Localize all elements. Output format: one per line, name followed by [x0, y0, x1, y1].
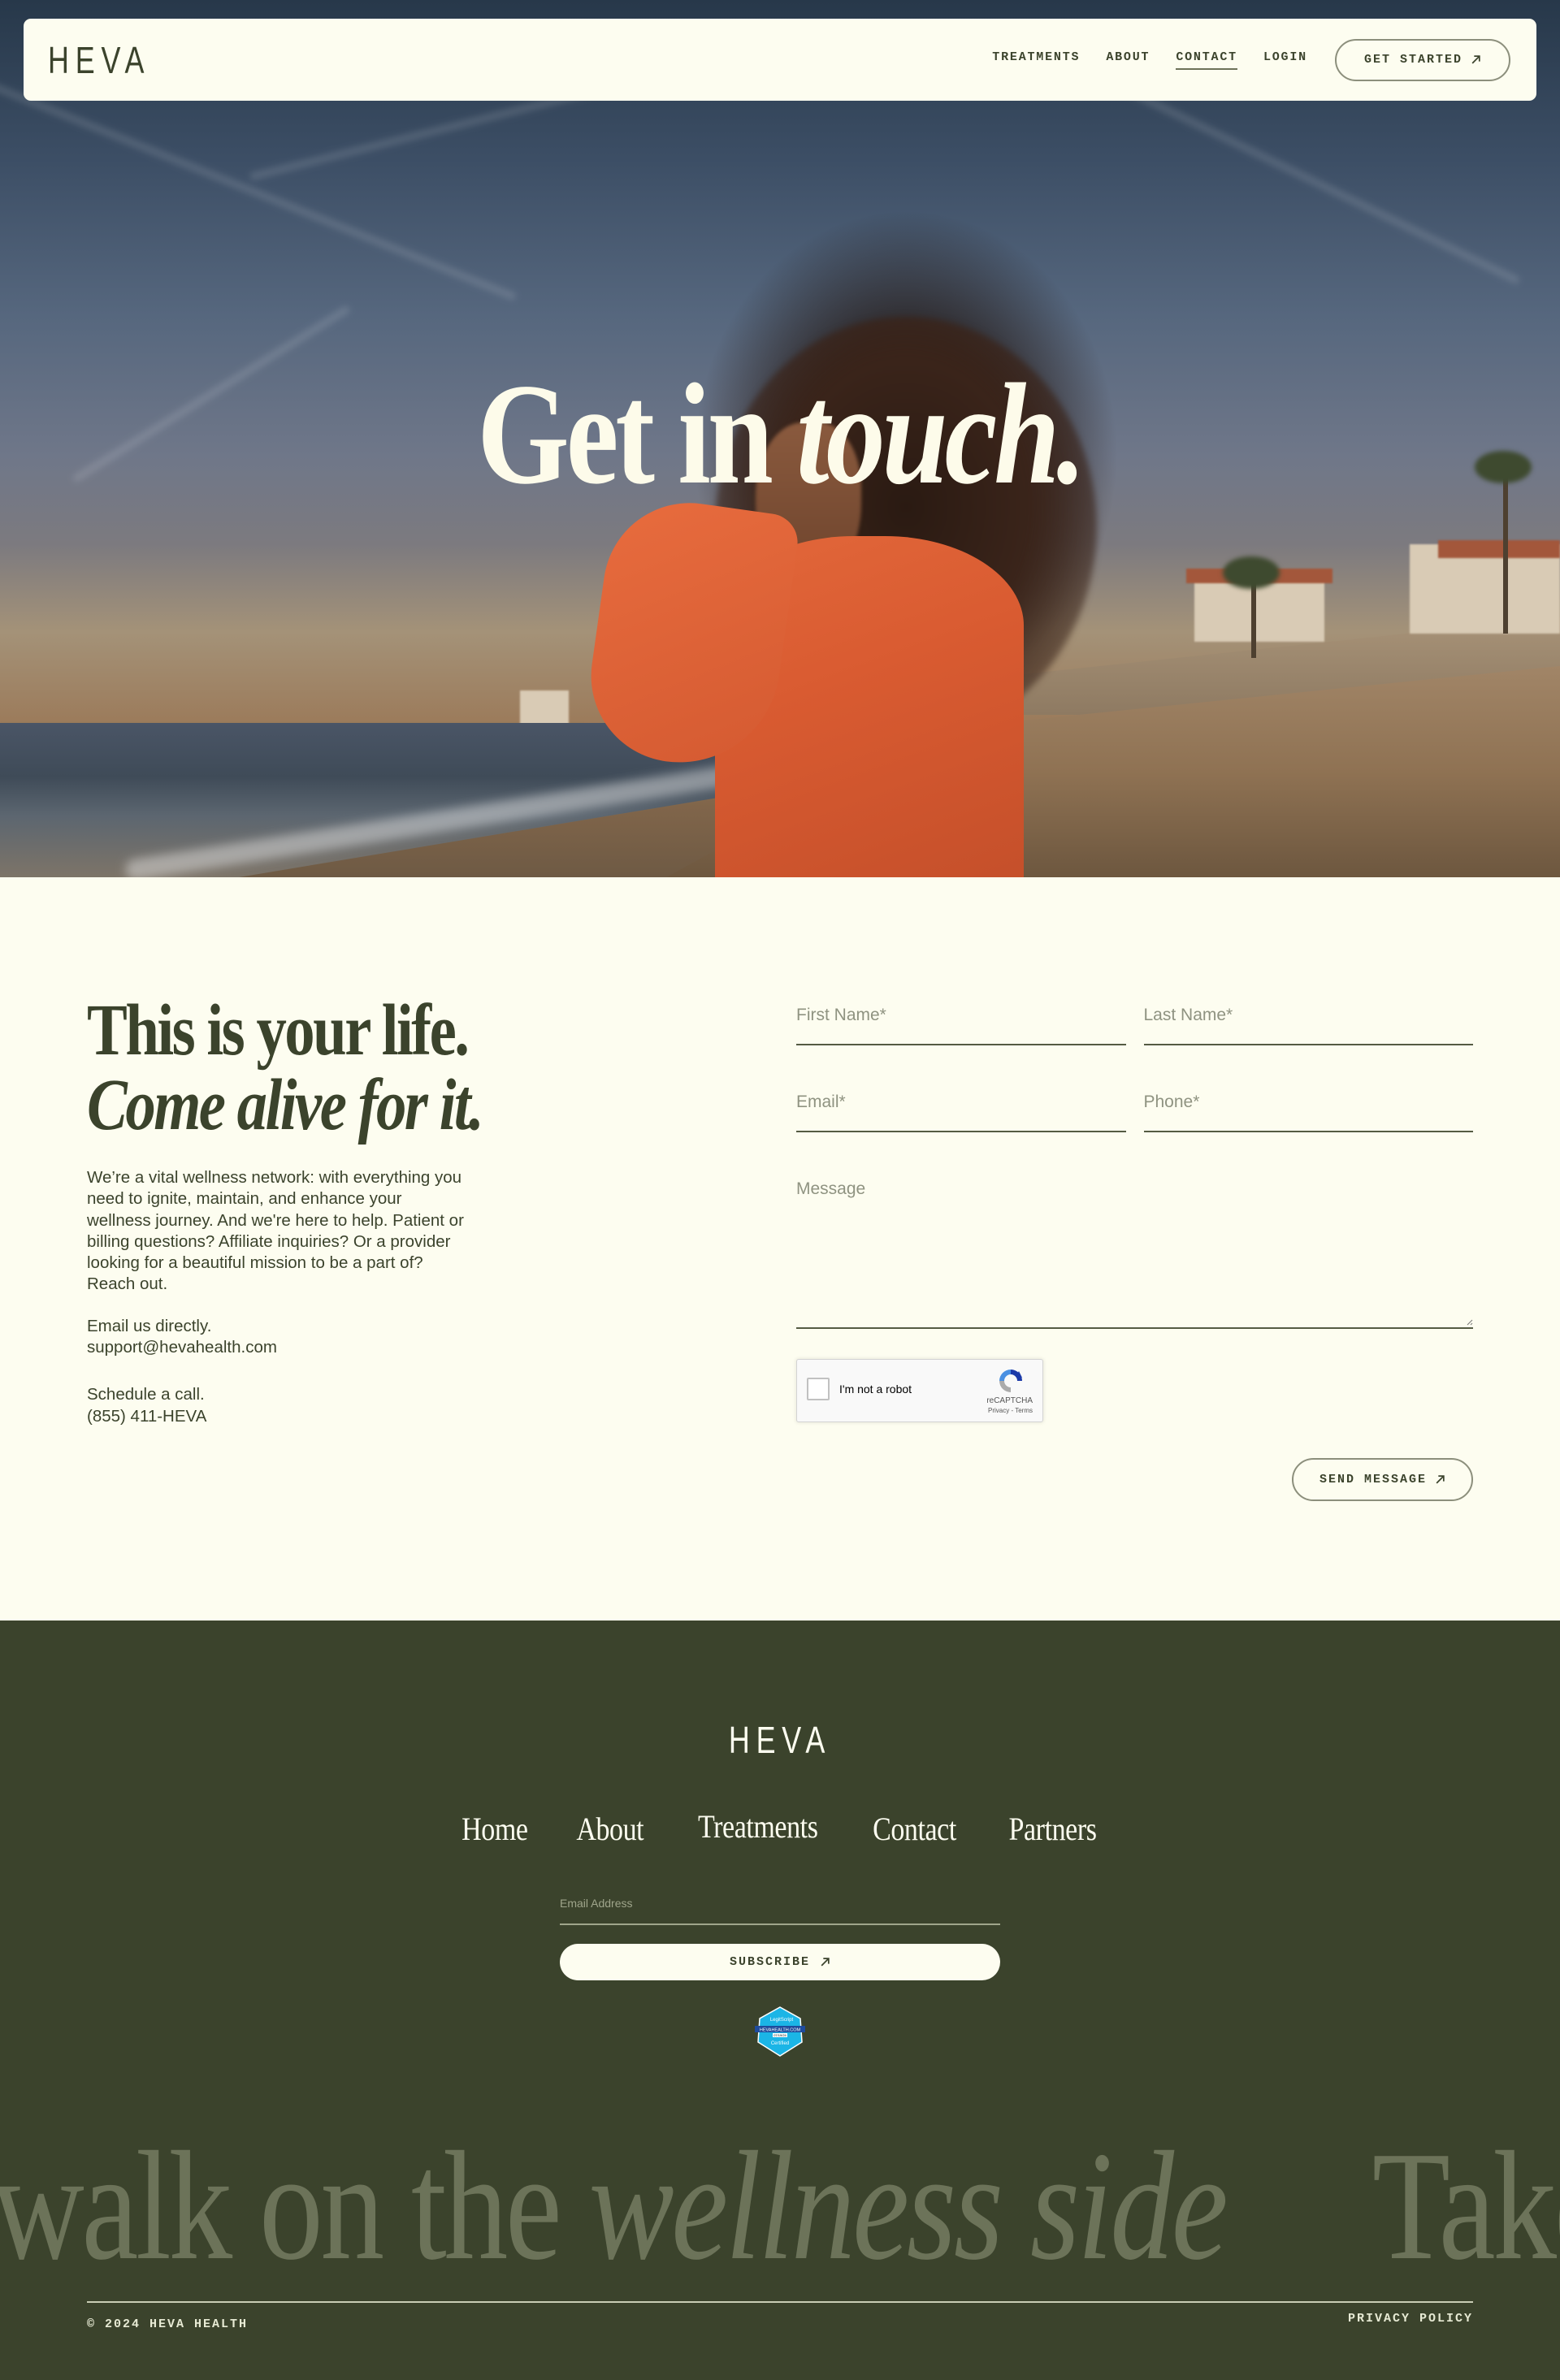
newsletter-email-wrap [560, 1890, 1000, 1925]
recaptcha-logo-icon [999, 1370, 1022, 1392]
hero-title-italic: touch. [796, 353, 1086, 514]
logo[interactable]: HEVA [48, 38, 150, 82]
footer-link-treatments[interactable]: Treatments [698, 1807, 818, 1848]
contact-section: This is your life. Come alive for it. We… [0, 877, 1560, 1621]
contact-row [796, 1086, 1473, 1132]
hero-sky-streak [0, 80, 518, 301]
phone-field-wrap [1143, 1086, 1473, 1132]
get-started-button[interactable]: GET STARTED [1334, 38, 1510, 81]
contact-info: This is your life. Come alive for it. We… [87, 993, 484, 1427]
phone-input[interactable] [1143, 1086, 1473, 1112]
headline-regular: This is your life. [87, 990, 470, 1071]
hero-palm [1503, 471, 1508, 634]
message-textarea[interactable] [796, 1173, 1473, 1327]
last-name-input[interactable] [1143, 999, 1473, 1025]
contact-headline: This is your life. Come alive for it. [87, 993, 484, 1145]
get-started-label: GET STARTED [1363, 53, 1462, 67]
footer-link-about[interactable]: About [577, 1810, 644, 1848]
nav-link-treatments[interactable]: TREATMENTS [992, 50, 1080, 70]
first-name-field-wrap [796, 999, 1126, 1045]
footer-link-partners[interactable]: Partners [1009, 1810, 1097, 1848]
phone-link[interactable]: (855) 411-HEVA [87, 1407, 206, 1426]
footer: HEVA Home About Treatments Contact Partn… [0, 1621, 1560, 2380]
subscribe-button[interactable]: SUBSCRIBE [560, 1944, 1000, 1980]
nav-link-about[interactable]: ABOUT [1106, 50, 1150, 70]
marquee-text-regular: walk on the [0, 2119, 562, 2292]
recaptcha-widget: I'm not a robot reCAPTCHA Privacy - Term… [796, 1359, 1043, 1422]
name-row [796, 999, 1473, 1045]
footer-link-home[interactable]: Home [462, 1810, 528, 1848]
arrow-up-right-icon [1471, 55, 1480, 64]
send-message-label: SEND MESSAGE [1319, 1473, 1427, 1486]
newsletter-form: SUBSCRIBE [560, 1890, 1000, 1980]
arrow-up-right-icon [1436, 1475, 1445, 1484]
contact-form: I'm not a robot reCAPTCHA Privacy - Term… [796, 999, 1473, 1501]
hero-palm [1475, 451, 1532, 483]
phone-label: Schedule a call. [87, 1385, 205, 1404]
recaptcha-privacy-terms-link[interactable]: Privacy - Terms [988, 1407, 1033, 1414]
nav-link-login[interactable]: LOGIN [1263, 50, 1307, 70]
legitscript-badge[interactable]: LegitScript HEVAHEALTH.COM 07/19/24 Cert… [755, 2006, 805, 2057]
email-field-wrap [796, 1086, 1126, 1132]
send-message-button[interactable]: SEND MESSAGE [1291, 1458, 1473, 1501]
newsletter-email-input[interactable] [560, 1890, 1000, 1910]
hero-palm [1223, 556, 1280, 589]
arrow-up-right-icon [821, 1958, 830, 1967]
top-nav: HEVA TREATMENTS ABOUT CONTACT LOGIN GET … [24, 19, 1536, 101]
last-name-field-wrap [1143, 999, 1473, 1045]
phone-block: Schedule a call. (855) 411-HEVA [87, 1384, 469, 1427]
recaptcha-label: I'm not a robot [839, 1383, 912, 1396]
copyright: © 2024 HEVA HEALTH [87, 2317, 249, 2331]
email-input[interactable] [796, 1086, 1126, 1112]
footer-nav: Home About Treatments Contact Partners [0, 1807, 1560, 1848]
send-row: SEND MESSAGE [796, 1458, 1473, 1501]
badge-date: 07/19/24 [774, 2033, 786, 2037]
message-field-wrap [796, 1173, 1473, 1329]
badge-domain: HEVAHEALTH.COM [760, 2028, 801, 2033]
hero-title: Get in touch. [141, 361, 1419, 506]
resize-handle-icon[interactable] [1465, 1318, 1473, 1326]
contact-description: We’re a vital wellness network: with eve… [87, 1168, 464, 1294]
email-label: Email us directly. [87, 1316, 212, 1335]
footer-link-contact[interactable]: Contact [873, 1810, 956, 1848]
footer-marquee: walk on the wellness sideTake a [0, 2128, 1560, 2284]
footer-logo[interactable]: HEVA [171, 1718, 1389, 1762]
marquee-text-italic: wellness side [588, 2119, 1228, 2292]
headline-italic: Come alive for it. [87, 1065, 484, 1145]
hero-roof [1438, 540, 1560, 558]
badge-status: Certified [771, 2041, 789, 2046]
nav-link-contact[interactable]: CONTACT [1176, 50, 1237, 70]
hero-title-regular: Get in [477, 353, 774, 514]
recaptcha-brand: reCAPTCHA [986, 1396, 1033, 1405]
support-email-link[interactable]: support@hevahealth.com [87, 1338, 277, 1357]
privacy-policy-link[interactable]: PRIVACY POLICY [1348, 2312, 1473, 2326]
hero-section: Get in touch. HEVA TREATMENTS ABOUT CONT… [0, 0, 1560, 877]
nav-links: TREATMENTS ABOUT CONTACT LOGIN GET START… [992, 38, 1510, 81]
first-name-input[interactable] [796, 999, 1126, 1025]
footer-divider [87, 2301, 1473, 2303]
marquee-text-regular-2: Take a [1372, 2119, 1560, 2292]
email-block: Email us directly. support@hevahealth.co… [87, 1316, 469, 1359]
subscribe-label: SUBSCRIBE [729, 1955, 810, 1969]
badge-brand: LegitScript [770, 2018, 794, 2023]
recaptcha-checkbox[interactable] [807, 1378, 830, 1400]
